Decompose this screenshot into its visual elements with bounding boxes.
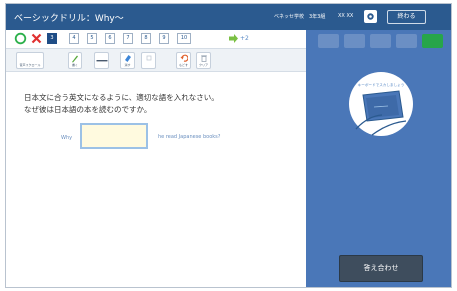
tool-label: 書く <box>71 63 78 67</box>
tool-label: 音声スクロール <box>19 63 41 67</box>
instruction-line: 日本文に合う英文になるように、適切な語を入れなさい。 <box>24 93 219 102</box>
panel-tabs <box>312 34 447 48</box>
pen-icon <box>72 55 78 63</box>
incorrect-x-icon[interactable] <box>30 32 43 45</box>
next-arrow-icon[interactable] <box>228 33 239 44</box>
audio-scroll-button[interactable]: 音声スクロール <box>16 52 44 69</box>
tool-label: 消す <box>124 63 131 67</box>
undo-icon <box>180 54 188 62</box>
toolbar: 音声スクロール 書く 消す もどす クリア <box>6 48 306 72</box>
panel-tab-keyboard[interactable] <box>422 34 443 48</box>
eraser-button[interactable]: 消す <box>120 52 135 69</box>
class-info: 3年3組 <box>309 14 326 20</box>
question-nav: 3 4 5 6 7 8 9 10 +2 <box>6 30 306 48</box>
sentence-end: he read Japanese books? <box>158 134 221 140</box>
more-questions-count: +2 <box>240 35 249 42</box>
japanese-sentence: なぜ彼は日本語の本を読むのですか。 <box>24 105 152 114</box>
question-instructions: 日本文に合う英文になるように、適切な語を入れなさい。 なぜ彼は日本語の本を読むの… <box>24 92 219 116</box>
correct-circle-icon[interactable] <box>14 32 27 45</box>
panel-tab-3[interactable] <box>370 34 391 48</box>
question-number-3[interactable]: 3 <box>47 33 57 44</box>
question-number-9[interactable]: 9 <box>159 33 169 44</box>
panel-tab-1[interactable] <box>318 34 339 48</box>
question-number-10[interactable]: 10 <box>177 33 191 44</box>
question-number-6[interactable]: 6 <box>105 33 115 44</box>
panel-tab-2[interactable] <box>344 34 365 48</box>
top-bar: ベーシックドリル：Why〜 ベネッセ学校 3年3組 XX XX 終わる <box>6 4 451 30</box>
line-icon <box>96 60 107 62</box>
settings-button[interactable] <box>364 10 377 23</box>
tool-label: もどす <box>179 63 188 67</box>
check-answer-button[interactable]: 答え合わせ <box>339 255 423 282</box>
select-button[interactable] <box>141 52 156 69</box>
question-number-4[interactable]: 4 <box>69 33 79 44</box>
line-tool-button[interactable] <box>94 52 109 69</box>
answer-input[interactable] <box>80 123 148 149</box>
right-panel: キーボードでスカしましょう 答え合わせ <box>306 30 451 287</box>
panel-tab-4[interactable] <box>396 34 417 48</box>
tool-label: クリア <box>198 63 208 67</box>
pen-button[interactable]: 書く <box>68 52 82 69</box>
laptop-icon <box>362 90 404 122</box>
undo-button[interactable]: もどす <box>176 52 191 69</box>
select-icon <box>146 55 151 61</box>
exit-button[interactable]: 終わる <box>387 10 426 24</box>
gear-icon <box>367 13 374 20</box>
trash-icon <box>200 55 207 62</box>
question-number-5[interactable]: 5 <box>87 33 97 44</box>
school-name: ベネッセ学校 <box>274 14 305 20</box>
clear-button[interactable]: クリア <box>196 52 211 69</box>
user-name: XX XX <box>338 13 354 19</box>
sentence-start: Why <box>61 135 73 141</box>
app-title: ベーシックドリル：Why〜 <box>14 14 124 24</box>
eraser-icon <box>124 55 131 62</box>
question-number-8[interactable]: 8 <box>141 33 151 44</box>
app-window: ベーシックドリル：Why〜 ベネッセ学校 3年3組 XX XX 終わる 3 4 … <box>5 3 452 288</box>
keyboard-hint-text: キーボードでスカしましょう <box>358 82 405 87</box>
keyboard-hint-illustration: キーボードでスカしましょう <box>349 72 413 136</box>
question-number-7[interactable]: 7 <box>123 33 133 44</box>
